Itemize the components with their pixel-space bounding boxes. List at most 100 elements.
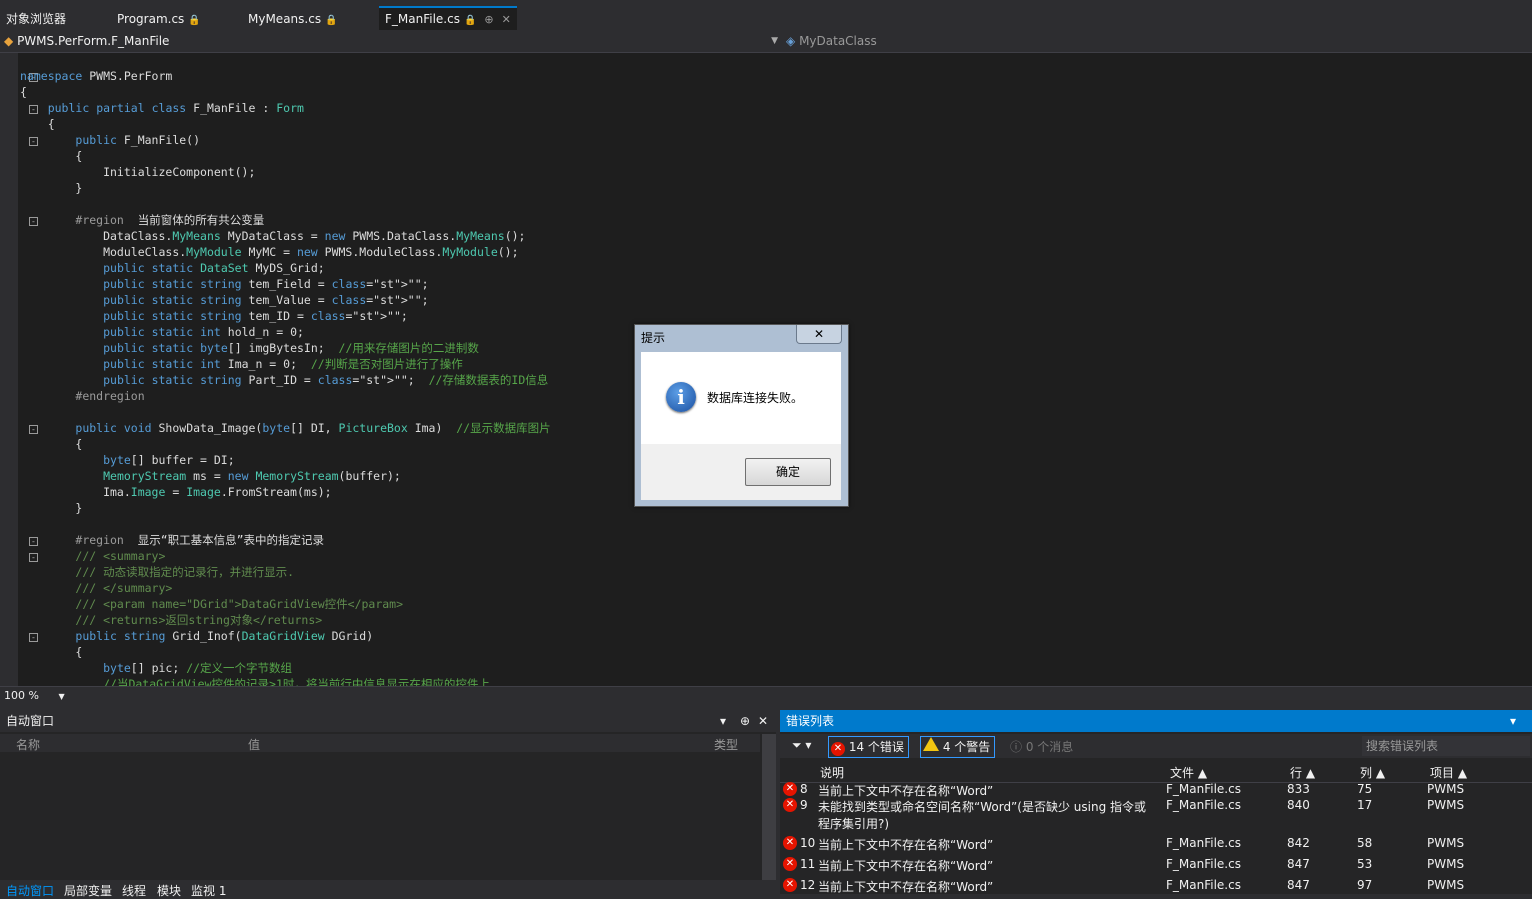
close-icon[interactable]: ✕ (758, 710, 768, 732)
code-line: DataClass.MyMeans MyDataClass = new PWMS… (20, 229, 526, 243)
error-project: PWMS (1427, 798, 1465, 812)
col-type[interactable]: 类型 (714, 736, 738, 753)
tab-f-manfile-cs[interactable]: F_ManFile.cs 🔒 ⊕ ✕ (379, 6, 517, 32)
zoom-level[interactable]: 100 % ▼ (4, 689, 65, 702)
error-icon: ✕ (783, 782, 797, 796)
error-icon: ✕ (783, 798, 797, 812)
error-line: 847 (1287, 878, 1310, 892)
errors-filter-button[interactable]: ✕ 14 个错误 (828, 736, 909, 758)
code-line: public static DataSet MyDS_Grid; (103, 261, 325, 275)
col-column[interactable]: 列 ▲ (1360, 764, 1385, 781)
code-line: /// <returns>返回string对象</returns> (75, 613, 323, 627)
pin-icon[interactable]: ⊕ (484, 13, 493, 26)
code-line: namespace PWMS.PerForm (20, 69, 173, 83)
error-file: F_ManFile.cs (1166, 836, 1241, 850)
message-box-dialog: 提示 ✕ i 数据库连接失败。 确定 (634, 324, 849, 507)
error-row[interactable]: ✕ 12 当前上下文中不存在名称“Word” F_ManFile.cs 847 97 PWM… (780, 876, 1532, 896)
col-file[interactable]: 文件 ▲ (1170, 764, 1207, 781)
error-row[interactable]: ✕ 9 未能找到类型或命名空间名称“Word”(是否缺少 using 指令或 程序集引… (780, 796, 1532, 832)
tab-autos[interactable]: 自动窗口 (6, 882, 54, 899)
chevron-down-icon: ▼ (58, 692, 65, 701)
editor-status-bar: 100 % ▼ (0, 686, 1532, 707)
error-line: 842 (1287, 836, 1310, 850)
code-line: public static string Part_ID = class="st… (103, 373, 549, 387)
code-line: { (20, 149, 83, 163)
code-line: { (20, 117, 55, 131)
col-description[interactable]: 说明 (820, 764, 844, 781)
col-line[interactable]: 行 ▲ (1290, 764, 1315, 781)
error-number: 12 (800, 878, 816, 892)
code-line: #region 当前窗体的所有共公变量 (75, 213, 265, 227)
warnings-filter-button[interactable]: 4 个警告 (920, 736, 996, 758)
col-name[interactable]: 名称 (16, 736, 40, 753)
error-list-toolbar: ⏷ ▾ ✕ 14 个错误 4 个警告 ⓘ 0 个消息 搜索错误列表 (780, 734, 1532, 758)
code-line: byte[] buffer = DI; (103, 453, 235, 467)
error-row[interactable]: ✕ 10 当前上下文中不存在名称“Word” F_ManFile.cs 842 58 PWM… (780, 834, 1532, 854)
document-tab-bar: 对象浏览器 Program.cs 🔒 MyMeans.cs 🔒 F_ManFile.… (0, 0, 1532, 32)
pin-icon[interactable]: ⊕ (740, 710, 750, 732)
lock-icon: 🔒 (325, 15, 338, 26)
tab-threads[interactable]: 线程 (122, 882, 146, 899)
tab-locals[interactable]: 局部变量 (64, 882, 112, 899)
code-line: public string Grid_Inof(DataGridView DGr… (75, 629, 374, 643)
member-dropdown[interactable]: ◈ MyDataClass (786, 30, 1526, 52)
warning-icon (923, 737, 939, 751)
tab-program-cs[interactable]: Program.cs 🔒 (117, 8, 201, 30)
error-number: 8 (800, 782, 808, 796)
error-list-title: 错误列表 ▾ (780, 710, 1532, 732)
error-description: 当前上下文中不存在名称“Word” (818, 880, 994, 894)
error-file: F_ManFile.cs (1166, 798, 1241, 812)
col-value[interactable]: 值 (248, 736, 260, 753)
error-project: PWMS (1427, 878, 1465, 892)
lock-icon: 🔒 (188, 15, 201, 26)
dropdown-icon[interactable]: ▾ (1510, 710, 1516, 732)
error-number: 10 (800, 836, 816, 850)
tab-modules[interactable]: 模块 (157, 882, 181, 899)
code-line: public static string tem_Field = class="… (103, 277, 429, 291)
navigation-bar: ◆ PWMS.PerForm.F_ManFile ▼ ◈ MyDataClass (0, 30, 1532, 53)
tab-mymeans-cs[interactable]: MyMeans.cs 🔒 (248, 8, 338, 30)
col-project[interactable]: 项目 ▲ (1430, 764, 1467, 781)
ok-button[interactable]: 确定 (745, 458, 831, 486)
dialog-body: i 数据库连接失败。 (641, 352, 841, 444)
dialog-footer: 确定 (641, 444, 841, 500)
code-line: public F_ManFile() (75, 133, 201, 147)
error-project: PWMS (1427, 782, 1465, 796)
tab-object-browser[interactable]: 对象浏览器 (6, 8, 66, 30)
dropdown-icon[interactable]: ▾ (720, 710, 726, 732)
autos-panel: 自动窗口 ▾ ⊕ ✕ 名称 值 类型 (0, 710, 776, 894)
code-line: public static string tem_ID = class="st"… (103, 309, 408, 323)
error-icon: ✕ (783, 857, 797, 871)
error-number: 9 (800, 798, 808, 812)
close-tab-icon[interactable]: ✕ (502, 13, 511, 26)
field-icon: ◈ (786, 34, 796, 48)
code-line: /// 动态读取指定的记录行，并进行显示. (75, 565, 295, 579)
error-description: 当前上下文中不存在名称“Word” (818, 838, 994, 852)
code-line: { (20, 437, 83, 451)
code-line: { (20, 85, 27, 99)
filter-icon[interactable]: ⏷ ▾ (792, 738, 811, 753)
error-project: PWMS (1427, 857, 1465, 871)
dialog-close-button[interactable]: ✕ (796, 325, 842, 344)
info-icon: ⓘ (1010, 740, 1023, 754)
code-line: #region 显示“职工基本信息”表中的指定记录 (75, 533, 325, 547)
messages-filter-button[interactable]: ⓘ 0 个消息 (1010, 738, 1073, 755)
error-row[interactable]: ✕ 11 当前上下文中不存在名称“Word” F_ManFile.cs 847 53 PWM… (780, 855, 1532, 875)
error-description: 未能找到类型或命名空间名称“Word”(是否缺少 using 指令或 程序集引用?… (818, 800, 1147, 831)
error-search-input[interactable]: 搜索错误列表 (1362, 736, 1530, 756)
tab-watch-1[interactable]: 监视 1 (191, 882, 226, 899)
code-line: public static int Ima_n = 0; //判断是否对图片进行… (103, 357, 463, 371)
code-line: /// <param name="DGrid">DataGridView控件</… (75, 597, 404, 611)
error-icon: ✕ (831, 742, 845, 756)
error-column: 75 (1357, 782, 1373, 796)
error-project: PWMS (1427, 836, 1465, 850)
vertical-scrollbar[interactable] (762, 734, 776, 894)
dialog-message: 数据库连接失败。 (707, 391, 804, 405)
autos-header: 名称 值 类型 (0, 734, 760, 752)
error-column: 53 (1357, 857, 1373, 871)
error-line: 833 (1287, 782, 1310, 796)
debug-tabs: 自动窗口 局部变量 线程 模块 监视 1 (0, 880, 776, 898)
type-dropdown[interactable]: ◆ PWMS.PerForm.F_ManFile ▼ (4, 30, 782, 52)
code-line: //当DataGridView控件的记录>1时，将当前行中信息显示在相应的控件上 (103, 677, 490, 686)
error-number: 11 (800, 857, 816, 871)
